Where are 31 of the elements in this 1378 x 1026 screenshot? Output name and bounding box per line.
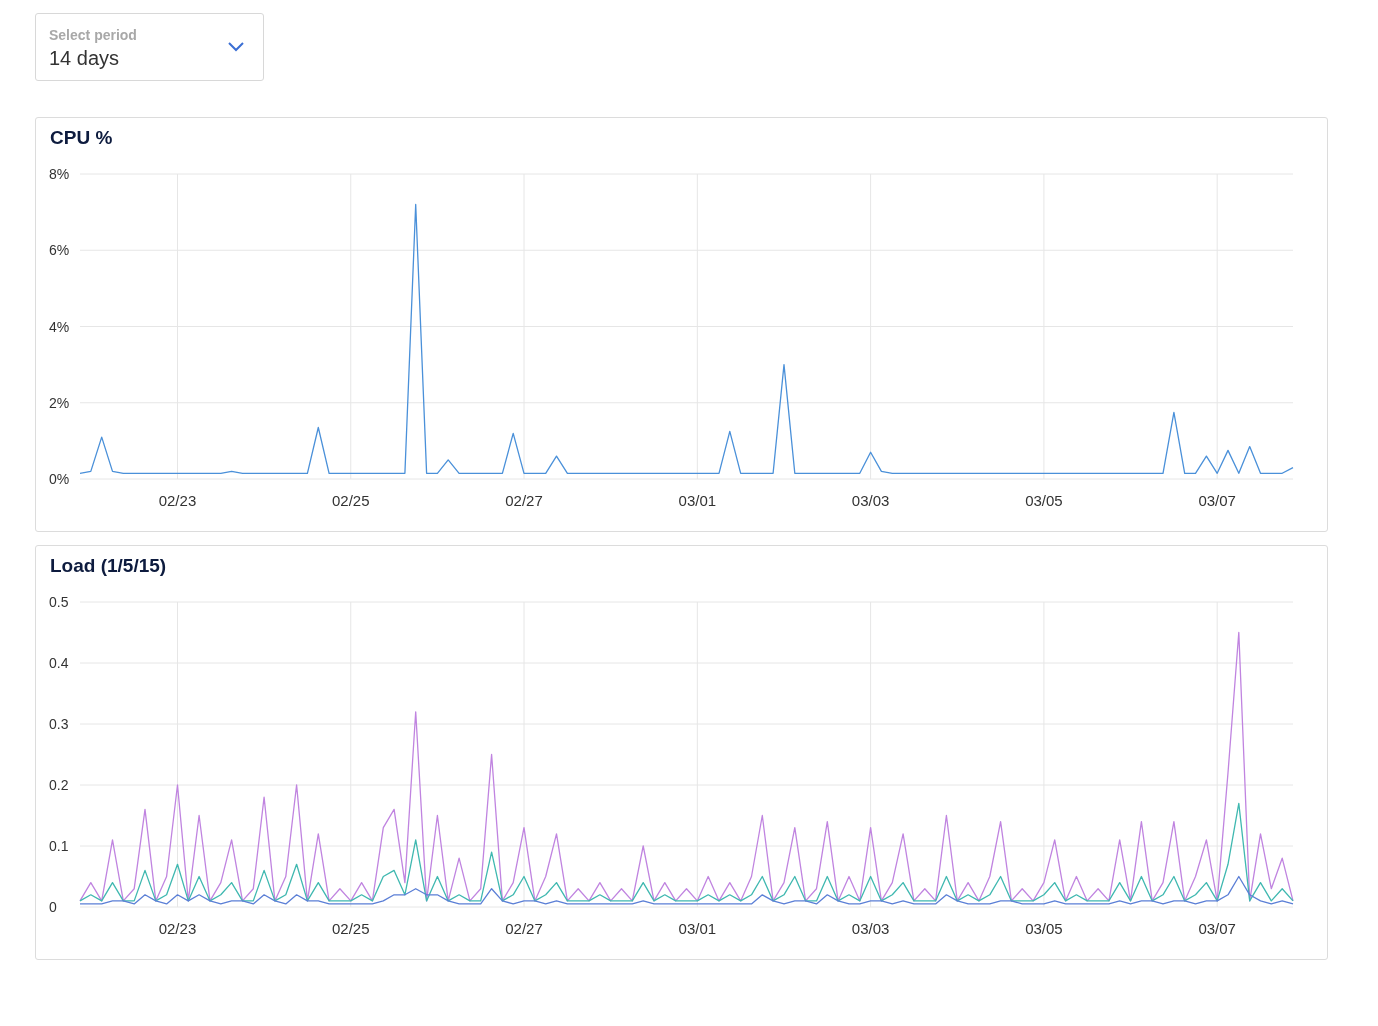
x-axis-label: 02/25 bbox=[332, 492, 370, 509]
x-axis-label: 02/27 bbox=[505, 920, 543, 937]
x-axis-label: 02/23 bbox=[158, 492, 197, 509]
x-axis-label: 02/25 bbox=[332, 920, 370, 937]
y-axis-label: 0 bbox=[49, 899, 57, 915]
x-axis-label: 03/05 bbox=[1025, 920, 1063, 937]
y-axis-label: 0.2 bbox=[49, 777, 69, 793]
dropdown-label: Select period bbox=[49, 26, 137, 43]
y-axis-label: 2% bbox=[49, 394, 70, 411]
y-axis-label: 0.4 bbox=[49, 655, 69, 671]
x-axis-label: 03/07 bbox=[1198, 492, 1236, 509]
x-axis-label: 03/01 bbox=[678, 492, 717, 509]
x-axis-label: 02/27 bbox=[505, 492, 543, 509]
y-axis-label: 4% bbox=[49, 318, 70, 335]
y-axis-label: 6% bbox=[49, 242, 70, 259]
y-axis-label: 0% bbox=[49, 471, 70, 487]
x-axis-label: 03/07 bbox=[1198, 920, 1236, 937]
chevron-down-icon bbox=[227, 41, 245, 53]
x-axis-label: 03/05 bbox=[1025, 492, 1063, 509]
x-axis-label: 02/23 bbox=[158, 920, 197, 937]
y-axis-label: 0.5 bbox=[49, 594, 69, 610]
period-dropdown[interactable]: Select period 14 days bbox=[35, 13, 264, 81]
y-axis-label: 0.3 bbox=[49, 716, 69, 732]
x-axis-label: 03/03 bbox=[851, 492, 890, 509]
x-axis-label: 03/01 bbox=[678, 920, 717, 937]
chart-title: Load (1/5/15) bbox=[49, 554, 168, 578]
y-axis-label: 8% bbox=[49, 166, 70, 182]
x-axis-label: 03/03 bbox=[851, 920, 890, 937]
chart-title: CPU % bbox=[49, 126, 114, 150]
dropdown-value: 14 days bbox=[49, 46, 121, 70]
y-axis-label: 0.1 bbox=[49, 838, 69, 854]
